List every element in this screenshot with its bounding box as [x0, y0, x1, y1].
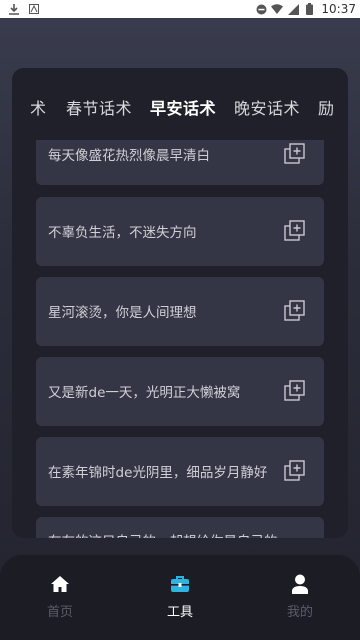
app-notification-icon: [28, 3, 40, 15]
battery-icon: [303, 3, 315, 15]
phrase-text: 在素年锦时de光阴里，细品岁月静好: [48, 465, 268, 481]
copy-icon[interactable]: [284, 380, 306, 402]
nav-label-home: 首页: [46, 605, 73, 620]
tab-good-night[interactable]: 晚安话术: [234, 95, 300, 119]
wifi-icon: [271, 3, 284, 15]
phrase-panel: 每天像盛花热烈像晨早清白 不辜负生活，不迷失方向 星河滚烫，你是人间理想 又是新…: [12, 68, 348, 538]
phrase-card[interactable]: 不辜负生活，不迷失方向: [36, 197, 324, 266]
nav-item-tools[interactable]: 工具: [120, 573, 240, 620]
toolbox-icon: [169, 573, 191, 595]
phrase-card[interactable]: 在在的这只自己的，却想给你是自己的: [36, 517, 324, 538]
category-tabs[interactable]: 术 春节话术 早安话术 晚安话术 励: [12, 68, 348, 140]
copy-icon[interactable]: [284, 143, 306, 165]
tab-spring-festival[interactable]: 春节话术: [66, 95, 132, 119]
phrase-card[interactable]: 又是新de一天，光明正大懒被窝: [36, 357, 324, 426]
bottom-nav: 首页 工具 我的: [0, 555, 360, 640]
user-icon: [289, 573, 311, 595]
copy-icon[interactable]: [284, 300, 306, 322]
dnd-icon: [255, 3, 267, 15]
phrase-text: 又是新de一天，光明正大懒被窝: [48, 385, 241, 401]
tab-good-morning[interactable]: 早安话术: [150, 95, 216, 119]
copy-icon[interactable]: [284, 220, 306, 242]
phrase-card[interactable]: 在素年锦时de光阴里，细品岁月静好: [36, 437, 324, 506]
phrase-text: 星河滚烫，你是人间理想: [48, 305, 197, 321]
phrase-text: 每天像盛花热烈像晨早清白: [48, 148, 210, 164]
status-bar: 10:37: [0, 0, 360, 18]
phrase-text: 不辜负生活，不迷失方向: [48, 225, 197, 241]
phrase-text: 在在的这只自己的，却想给你是自己的: [48, 530, 278, 538]
signal-icon: [287, 3, 299, 15]
phrase-card[interactable]: 星河滚烫，你是人间理想: [36, 277, 324, 346]
tab-partial-left[interactable]: 术: [30, 95, 47, 119]
tab-partial-right[interactable]: 励: [318, 95, 335, 119]
copy-icon[interactable]: [284, 460, 306, 482]
home-icon: [49, 573, 71, 595]
nav-label-tools: 工具: [166, 605, 193, 620]
nav-item-home[interactable]: 首页: [0, 573, 120, 620]
download-icon: [8, 3, 20, 15]
status-time: 10:37: [321, 2, 356, 16]
nav-label-mine: 我的: [286, 605, 313, 620]
nav-item-mine[interactable]: 我的: [240, 573, 360, 620]
